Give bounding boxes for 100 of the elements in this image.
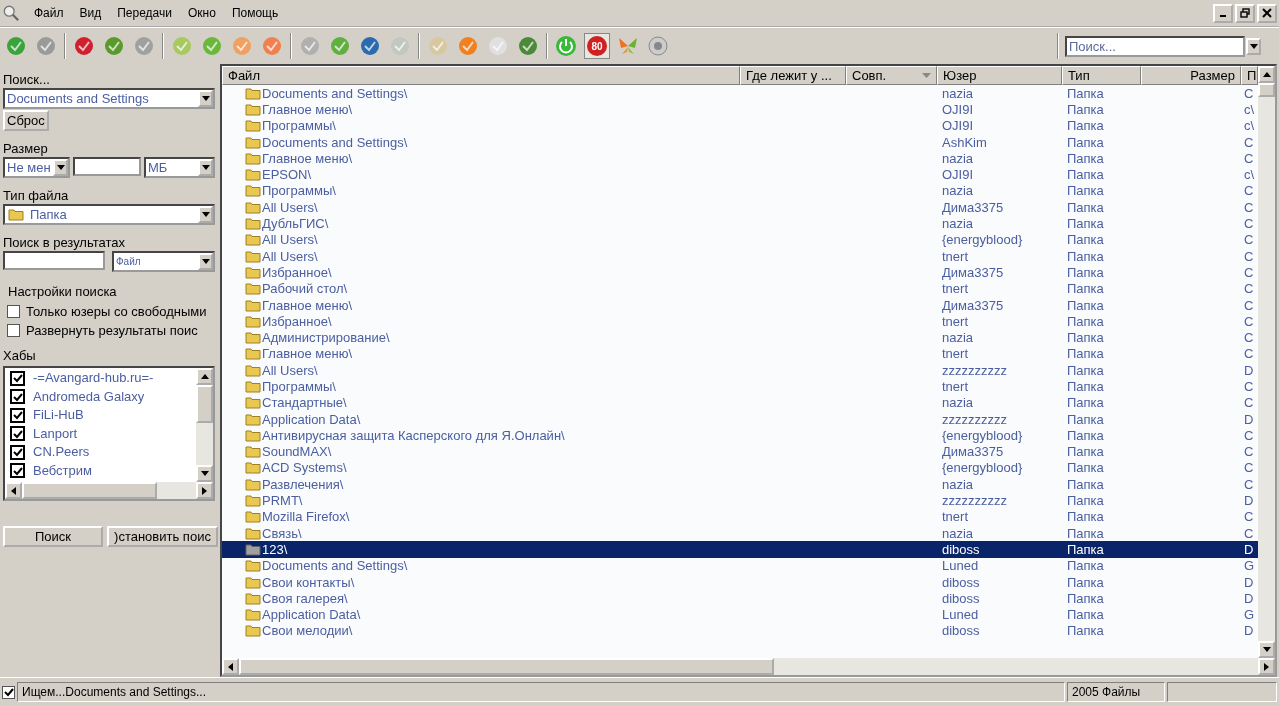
checkbox[interactable] — [10, 370, 25, 386]
table-cell: C — [1244, 444, 1254, 460]
table-row[interactable]: PRMT\ zzzzzzzzzz Папка D — [222, 492, 1258, 509]
minimize-button[interactable] — [1213, 3, 1233, 23]
table-row[interactable]: Стандартные\ nazia Папка C — [222, 394, 1258, 411]
column-header[interactable]: Размер — [1141, 66, 1241, 85]
menu-item[interactable]: Окно — [180, 6, 224, 20]
table-row[interactable]: All Users\ tnert Папка C — [222, 247, 1258, 265]
table-row[interactable]: Application Data\ zzzzzzzzzz Папка D — [222, 410, 1258, 428]
table-row[interactable]: Свои контакты\ diboss Папка D — [222, 573, 1258, 591]
speaker-icon[interactable] — [646, 34, 670, 58]
table-row[interactable]: Антивирусная защита Касперского для Я.Онлайн\ {energyblood} Папка C — [222, 427, 1258, 444]
scrollbar-thumb[interactable] — [196, 385, 213, 423]
table-row[interactable]: Главное меню\ Дима3375 Папка C — [222, 296, 1258, 314]
search-button[interactable]: Поиск — [3, 526, 103, 547]
hub-name[interactable]: -=Avangard-hub.ru=- — [33, 370, 154, 387]
table-cell: Папка — [1067, 313, 1104, 329]
hub-name[interactable]: CN.Peers — [33, 444, 90, 461]
scrollbar[interactable] — [222, 658, 1275, 675]
menu-item[interactable]: Передачи — [109, 6, 180, 20]
table-row[interactable]: SoundMAX\ Дима3375 Папка C — [222, 443, 1258, 460]
table-row[interactable]: All Users\ {energyblood} Папка C — [222, 231, 1258, 248]
table-row[interactable]: All Users\ Дима3375 Папка C — [222, 199, 1258, 216]
column-header[interactable]: Файл — [222, 66, 740, 85]
table-row[interactable]: Программы\ OJI9I Папка c\ — [222, 117, 1258, 134]
arrow-up-icon — [1262, 72, 1271, 77]
dropdown-button[interactable] — [1246, 37, 1261, 55]
menu-item[interactable]: Файл — [26, 6, 72, 20]
table-row[interactable]: Documents and Settings\ nazia Папка C — [222, 85, 1258, 102]
caret-icon — [201, 96, 210, 101]
checkbox[interactable] — [10, 426, 25, 442]
folder-icon — [245, 282, 261, 296]
table-row[interactable]: Главное меню\ nazia Папка C — [222, 150, 1258, 167]
column-header[interactable]: Совп. — [846, 66, 937, 85]
table-row[interactable]: Программы\ tnert Папка C — [222, 378, 1258, 395]
checkbox[interactable] — [7, 324, 20, 337]
table-row[interactable]: All Users\ zzzzzzzzzz Папка D — [222, 362, 1258, 379]
table-row[interactable]: Главное меню\ tnert Папка C — [222, 345, 1258, 363]
menu-item[interactable]: Вид — [71, 6, 110, 20]
table-row[interactable]: Documents and Settings\ Luned Папка G — [222, 557, 1258, 574]
table-row[interactable]: Mozilla Firefox\ tnert Папка C — [222, 508, 1258, 525]
column-header[interactable]: Юзер — [937, 66, 1062, 85]
scrollbar-thumb[interactable] — [1258, 83, 1275, 97]
table-row[interactable]: 123\ diboss Папка D — [222, 541, 1258, 558]
table-row[interactable]: Application Data\ Luned Папка G — [222, 606, 1258, 623]
hub-name[interactable]: Вебстрим — [33, 462, 92, 479]
search-combo[interactable]: Documents and Settings — [3, 88, 215, 109]
column-header[interactable]: П — [1241, 66, 1258, 85]
checkbox[interactable] — [10, 444, 25, 460]
menu-item[interactable]: Помощь — [223, 6, 287, 20]
power-icon[interactable] — [554, 34, 578, 58]
table-row[interactable]: Связь\ nazia Папка C — [222, 525, 1258, 542]
folder-icon — [245, 445, 261, 459]
hub-name[interactable]: FiLi-HuB — [33, 407, 84, 424]
column-combo[interactable]: Файл — [112, 251, 215, 272]
table-cell: nazia — [942, 525, 974, 541]
hub-name[interactable]: Andromeda Galaxy — [33, 388, 145, 405]
scrollbar[interactable] — [5, 482, 213, 499]
size-mode-combo[interactable]: Не мен — [3, 157, 70, 178]
table-row[interactable]: Рабочий стол\ tnert Папка C — [222, 280, 1258, 297]
scrollbar[interactable] — [1258, 66, 1275, 658]
search-field[interactable]: Поиск... — [1065, 35, 1245, 57]
table-row[interactable]: Развлечения\ nazia Папка C — [222, 476, 1258, 493]
scrollbar-thumb[interactable] — [22, 482, 157, 499]
table-cell: C — [1244, 476, 1254, 492]
table-row[interactable]: Своя галерея\ diboss Папка D — [222, 590, 1258, 607]
table-row[interactable]: Программы\ nazia Папка C — [222, 182, 1258, 200]
table-row[interactable]: Главное меню\ OJI9I Папка c\ — [222, 101, 1258, 118]
file-type-combo[interactable]: Папка — [3, 204, 215, 225]
results-search-field[interactable] — [3, 251, 105, 270]
size-unit-combo[interactable]: МБ — [144, 157, 215, 178]
file-count: 2005 Файлы — [1067, 682, 1165, 702]
scrollbar[interactable] — [196, 368, 213, 482]
checkbox[interactable] — [2, 685, 15, 699]
table-cell: {energyblood} — [942, 460, 1023, 476]
table-row[interactable]: Documents and Settings\ AshKim Папка C — [222, 133, 1258, 151]
table-row[interactable]: ДубльГИС\ nazia Папка C — [222, 215, 1258, 232]
folder-icon — [245, 591, 261, 605]
close-button[interactable] — [1257, 3, 1277, 23]
table-row[interactable]: Свои мелодии\ diboss Папка D — [222, 622, 1258, 640]
checkbox[interactable] — [10, 463, 25, 479]
scrollbar-thumb[interactable] — [239, 658, 774, 675]
restore-button[interactable] — [1235, 3, 1255, 23]
checkbox[interactable] — [7, 305, 20, 318]
reset-button[interactable]: Сброс — [3, 110, 49, 131]
size-field[interactable] — [73, 157, 141, 176]
checkbox[interactable] — [10, 389, 25, 405]
table-row[interactable]: EPSON\ OJI9I Папка c\ — [222, 166, 1258, 183]
column-header[interactable]: Тип — [1062, 66, 1141, 85]
speed-limit-button[interactable]: 80 — [584, 33, 610, 59]
stop-search-button[interactable]: )становить поис — [107, 526, 218, 547]
hub-name[interactable]: Lanport — [33, 425, 78, 442]
table-row[interactable]: Администрирование\ nazia Папка C — [222, 329, 1258, 346]
table-row[interactable]: ACD Systems\ {energyblood} Папка C — [222, 459, 1258, 477]
table-cell: Администрирование\ — [262, 330, 390, 346]
table-row[interactable]: Избранное\ tnert Папка C — [222, 313, 1258, 330]
column-header[interactable]: Где лежит у ... — [740, 66, 846, 85]
checkbox[interactable] — [10, 407, 25, 423]
table-cell: diboss — [942, 590, 980, 606]
table-row[interactable]: Избранное\ Дима3375 Папка C — [222, 264, 1258, 281]
